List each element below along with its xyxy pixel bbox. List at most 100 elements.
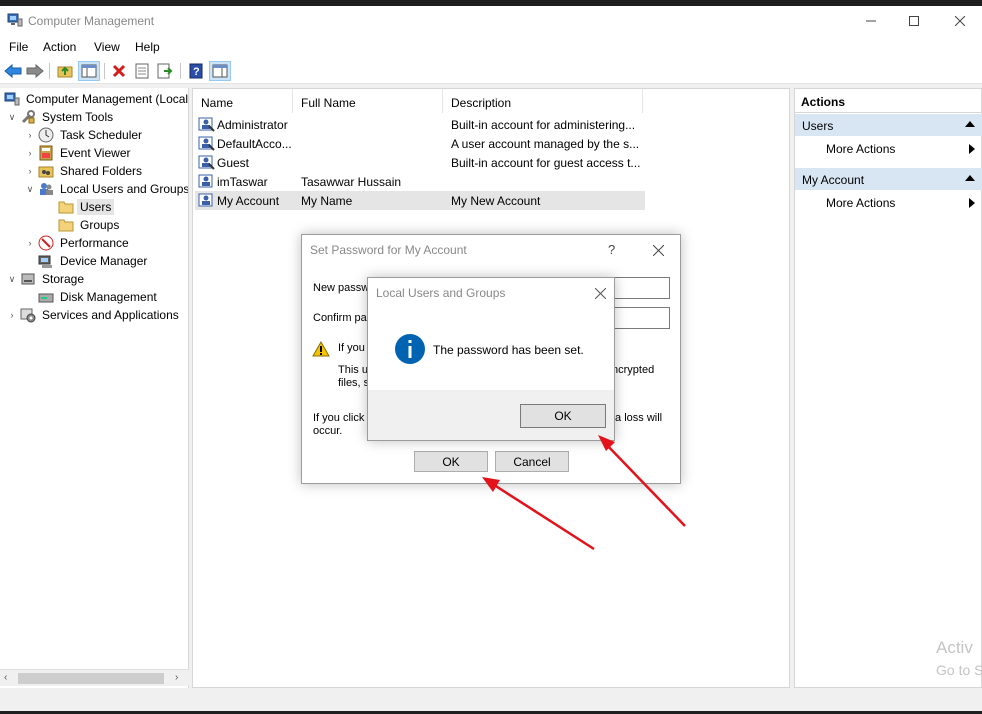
actions-group-users[interactable]: Users	[795, 114, 982, 136]
performance-icon	[38, 235, 54, 251]
menu-help[interactable]: Help	[135, 40, 160, 54]
up-one-level-button[interactable]	[54, 61, 76, 81]
back-arrow-icon	[4, 64, 22, 78]
table-row[interactable]: Guest Built-in account for guest access …	[195, 153, 645, 172]
tree-item-event-viewer[interactable]: › Event Viewer	[24, 144, 133, 162]
maximize-icon	[909, 16, 919, 26]
tree-item-computer-management[interactable]: Computer Management (Local	[2, 90, 188, 108]
toolbar-separator	[180, 63, 181, 79]
help-button[interactable]: ?	[185, 61, 207, 81]
table-row[interactable]: DefaultAcco... A user account managed by…	[195, 134, 645, 153]
tree-item-local-users-groups[interactable]: ∨ Local Users and Groups	[24, 180, 188, 198]
forward-button[interactable]	[24, 61, 46, 81]
folder-up-icon	[57, 66, 73, 78]
properties-button[interactable]	[131, 61, 153, 81]
user-icon	[198, 192, 215, 211]
set-password-close-button[interactable]	[648, 240, 668, 260]
data-loss-text-line2: occur.	[313, 425, 343, 437]
user-icon	[198, 116, 215, 135]
tree-item-task-scheduler[interactable]: › Task Scheduler	[24, 126, 145, 144]
minimize-icon	[866, 20, 876, 22]
menu-view[interactable]: View	[94, 40, 120, 54]
activation-watermark-line1: Activ	[936, 638, 973, 657]
tree-horizontal-scrollbar[interactable]: ‹ ›	[0, 669, 189, 686]
console-tree-icon	[81, 64, 97, 78]
menu-bar: File Action View Help	[0, 36, 982, 58]
password-set-message-box: Local Users and Groups The password has …	[367, 277, 615, 441]
tree-item-storage[interactable]: ∨ Storage	[6, 270, 87, 288]
more-actions-my-account[interactable]: More Actions	[795, 192, 982, 212]
users-group-icon	[38, 181, 54, 197]
table-row[interactable]: imTaswar Tasawwar Hussain	[195, 172, 645, 191]
chevron-right-icon[interactable]: ›	[24, 147, 36, 159]
tree-item-performance[interactable]: › Performance	[24, 234, 132, 252]
info-text-line2: files, st	[338, 377, 368, 389]
tree-item-shared-folders[interactable]: › Shared Folders	[24, 162, 145, 180]
tree-item-system-tools[interactable]: ∨ System Tools	[6, 108, 116, 126]
tools-icon	[20, 109, 36, 125]
export-list-button[interactable]	[154, 61, 176, 81]
submenu-arrow-icon	[969, 144, 975, 154]
actions-group-my-account[interactable]: My Account	[795, 168, 982, 190]
chevron-down-icon[interactable]: ∨	[24, 183, 36, 195]
column-header-full-name[interactable]: Full Name	[293, 89, 443, 113]
clock-icon	[38, 127, 54, 143]
chevron-right-icon[interactable]: ›	[24, 129, 36, 141]
maximize-button[interactable]	[894, 10, 934, 32]
chevron-right-icon[interactable]: ›	[24, 237, 36, 249]
tree-item-device-manager[interactable]: Device Manager	[36, 252, 150, 270]
chevron-right-icon[interactable]: ›	[6, 309, 18, 321]
table-row[interactable]: My Account My Name My New Account	[195, 191, 645, 210]
tree-item-disk-management[interactable]: Disk Management	[36, 288, 160, 306]
menu-action[interactable]: Action	[43, 40, 76, 54]
scroll-right-icon[interactable]: ›	[175, 672, 178, 683]
tree-item-services-applications[interactable]: › Services and Applications	[6, 306, 182, 324]
info-text-line1: This us	[338, 364, 368, 376]
show-hide-console-tree-button[interactable]	[78, 61, 100, 81]
set-password-ok-button[interactable]: OK	[414, 451, 488, 472]
tree-item-users[interactable]: Users	[56, 198, 115, 216]
disk-icon	[38, 289, 54, 305]
collapse-up-icon[interactable]	[965, 121, 975, 127]
device-manager-icon	[38, 253, 54, 269]
info-icon	[394, 333, 426, 368]
minimize-button[interactable]	[851, 10, 891, 32]
chevron-down-icon[interactable]: ∨	[6, 111, 18, 123]
info-text-line1-end: ncrypted	[612, 364, 655, 376]
message-box-close-button[interactable]	[590, 283, 610, 303]
table-row[interactable]: Administrator Built-in account for admin…	[195, 115, 645, 134]
actions-pane: Actions Users More Actions My Account Mo…	[794, 88, 982, 688]
toolbar: ?	[0, 58, 982, 84]
scroll-left-icon[interactable]: ‹	[4, 672, 7, 683]
properties-icon	[135, 63, 149, 79]
computer-management-icon	[7, 13, 23, 27]
column-header-description[interactable]: Description	[443, 89, 643, 113]
close-window-button[interactable]	[940, 10, 980, 32]
chevron-right-icon[interactable]: ›	[24, 165, 36, 177]
show-hide-action-pane-button[interactable]	[209, 61, 231, 81]
export-list-icon	[157, 63, 173, 79]
chevron-down-icon[interactable]: ∨	[6, 273, 18, 285]
column-header-name[interactable]: Name	[193, 89, 293, 113]
message-box-ok-button[interactable]: OK	[520, 404, 606, 428]
set-password-cancel-button[interactable]: Cancel	[495, 451, 569, 472]
user-icon	[198, 135, 215, 154]
delete-x-icon	[112, 64, 126, 78]
back-button[interactable]	[2, 61, 24, 81]
tree-item-groups[interactable]: Groups	[56, 216, 122, 234]
warning-icon	[312, 340, 330, 360]
delete-button[interactable]	[108, 61, 130, 81]
folder-icon	[58, 199, 74, 215]
scrollbar-thumb[interactable]	[18, 673, 164, 684]
toolbar-separator	[104, 63, 105, 79]
help-book-icon: ?	[189, 63, 203, 79]
message-box-title: Local Users and Groups	[376, 286, 506, 300]
action-pane-icon	[212, 64, 228, 78]
console-tree: Computer Management (Local ∨ System Tool…	[0, 88, 189, 688]
menu-file[interactable]: File	[9, 40, 28, 54]
collapse-up-icon[interactable]	[965, 175, 975, 181]
user-icon	[198, 173, 215, 192]
actions-title: Actions	[795, 89, 982, 113]
help-question-button[interactable]: ?	[608, 242, 615, 257]
more-actions-users[interactable]: More Actions	[795, 138, 982, 158]
